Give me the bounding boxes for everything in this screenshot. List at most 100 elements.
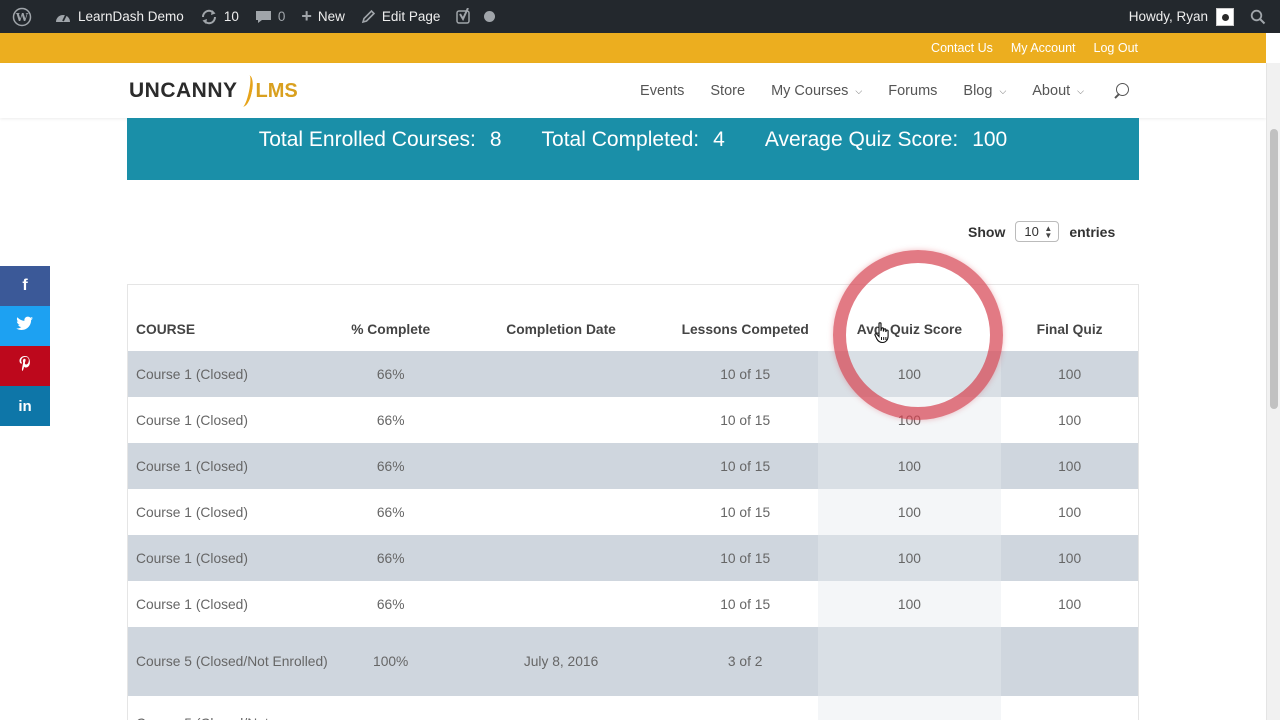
main-nav: Events Store My Courses ⌵ Forums Blog ⌵ Ab… <box>614 63 1130 118</box>
cell-course[interactable]: Course 1 (Closed) <box>128 351 333 397</box>
pencil-icon <box>361 9 376 24</box>
facebook-share-button[interactable]: f <box>0 266 50 306</box>
cell-date <box>449 581 673 627</box>
cell-course[interactable]: Course 5 (Closed/Not <box>128 696 333 720</box>
column-header-course[interactable]: COURSE <box>128 285 333 351</box>
nav-item-events[interactable]: Events <box>640 83 684 99</box>
nav-label: About <box>1032 82 1071 99</box>
nav-item-blog[interactable]: Blog ⌵ <box>963 83 1006 99</box>
site-name-button[interactable]: LearnDash Demo <box>46 0 192 33</box>
linkedin-icon: in <box>18 397 32 415</box>
cell-lessons <box>672 696 818 720</box>
cell-date <box>449 351 673 397</box>
nav-item-forums[interactable]: Forums <box>888 83 937 99</box>
comment-icon <box>255 9 272 25</box>
cell-avg-quiz: 100 <box>817 351 1002 397</box>
wordpress-icon: W <box>12 7 32 27</box>
cell-avg-quiz: 100 <box>817 581 1002 627</box>
yoast-icon <box>456 8 472 25</box>
cell-course[interactable]: Course 5 (Closed/Not Enrolled) <box>128 627 333 696</box>
site-name: LearnDash Demo <box>78 9 184 24</box>
cell-avg-quiz: 100 <box>817 443 1002 489</box>
cell-course[interactable]: Course 1 (Closed) <box>128 581 333 627</box>
cell-course[interactable]: Course 1 (Closed) <box>128 535 333 581</box>
cell-course[interactable]: Course 1 (Closed) <box>128 443 333 489</box>
my-account-link[interactable]: My Account <box>1011 41 1076 55</box>
select-arrows-icon: ▲ ▼ <box>1044 224 1053 240</box>
cell-final-quiz: 100 <box>1001 397 1138 443</box>
account-menu[interactable]: Howdy, Ryan <box>1121 0 1242 33</box>
nav-label: Forums <box>888 82 938 99</box>
cell-date <box>449 489 673 535</box>
nav-label: Blog <box>963 82 993 99</box>
cell-percent: 66% <box>332 351 450 397</box>
edit-page-label: Edit Page <box>381 9 441 24</box>
cell-avg-quiz <box>817 627 1002 696</box>
pinterest-share-button[interactable] <box>0 346 50 386</box>
edit-page-button[interactable]: Edit Page <box>353 0 449 33</box>
cell-date <box>449 535 673 581</box>
comments-count: 0 <box>277 9 286 24</box>
cell-course[interactable]: Course 1 (Closed) <box>128 397 333 443</box>
cell-avg-quiz <box>817 696 1002 720</box>
chevron-down-icon: ⌵ <box>1077 86 1084 96</box>
dashboard-icon <box>54 9 72 25</box>
stat-enrolled: Total Enrolled Courses: 8 <box>259 128 502 152</box>
nav-item-about[interactable]: About ⌵ <box>1032 83 1084 99</box>
column-header-lessons-completed[interactable]: Lessons Competed <box>672 285 818 351</box>
cell-avg-quiz: 100 <box>817 535 1002 581</box>
pinterest-icon <box>18 355 32 377</box>
entries-select[interactable]: 10 ▲ ▼ <box>1015 221 1060 242</box>
cell-date: July 8, 2016 <box>449 627 673 696</box>
logo-text-left: UNCANNY <box>129 79 238 102</box>
log-out-link[interactable]: Log Out <box>1094 41 1138 55</box>
uncanny-lms-logo[interactable]: UNCANNY LMS <box>129 71 298 111</box>
column-header-percent-complete[interactable]: % Complete <box>332 285 450 351</box>
table-row: Course 5 (Closed/Not <box>128 696 1138 720</box>
updates-button[interactable]: 10 <box>192 0 247 33</box>
cell-percent: 66% <box>332 397 450 443</box>
cell-percent: 100% <box>332 627 450 696</box>
cell-final-quiz: 100 <box>1001 351 1138 397</box>
contact-us-link[interactable]: Contact Us <box>931 41 993 55</box>
twitter-share-button[interactable] <box>0 306 50 346</box>
table-row: Course 1 (Closed) 66% 10 of 15 100 100 <box>128 581 1138 627</box>
wp-admin-bar: W LearnDash Demo 10 0 + New Edit Page Ho… <box>0 0 1280 33</box>
cell-final-quiz: 100 <box>1001 581 1138 627</box>
stat-completed: Total Completed: 4 <box>542 128 725 152</box>
search-icon[interactable] <box>1112 82 1130 100</box>
table-row: Course 1 (Closed) 66% 10 of 15 100 100 <box>128 351 1138 397</box>
yoast-seo-button[interactable] <box>448 0 503 33</box>
facebook-icon: f <box>22 277 28 294</box>
chevron-down-icon: ⌵ <box>855 86 863 96</box>
cell-course[interactable]: Course 1 (Closed) <box>128 489 333 535</box>
wordpress-logo-button[interactable]: W <box>0 0 46 33</box>
new-content-button[interactable]: + New <box>293 0 353 33</box>
comments-button[interactable]: 0 <box>247 0 294 33</box>
cell-percent: 66% <box>332 535 450 581</box>
linkedin-share-button[interactable]: in <box>0 386 50 426</box>
cell-lessons: 3 of 2 <box>672 627 818 696</box>
seo-status-dot-icon <box>484 11 496 22</box>
cell-lessons: 10 of 15 <box>672 489 818 535</box>
nav-item-my-courses[interactable]: My Courses ⌵ <box>771 83 862 99</box>
cell-percent <box>332 696 450 720</box>
search-icon <box>1250 9 1266 25</box>
column-header-avg-quiz-score[interactable]: Avg. Quiz Score <box>817 285 1002 351</box>
cell-final-quiz: 100 <box>1001 443 1138 489</box>
new-label: New <box>317 9 345 24</box>
scrollbar-thumb[interactable] <box>1270 129 1278 409</box>
cell-avg-quiz: 100 <box>817 397 1002 443</box>
column-header-completion-date[interactable]: Completion Date <box>449 285 673 351</box>
column-header-final-quiz[interactable]: Final Quiz <box>1001 285 1138 351</box>
table-row: Course 1 (Closed) 66% 10 of 15 100 100 <box>128 443 1138 489</box>
page-scrollbar[interactable] <box>1266 63 1280 720</box>
nav-item-store[interactable]: Store <box>710 83 745 99</box>
cell-lessons: 10 of 15 <box>672 535 818 581</box>
course-progress-table: COURSE % Complete Completion Date Lesson… <box>128 285 1138 720</box>
admin-search-button[interactable] <box>1242 0 1280 33</box>
cell-date <box>449 696 673 720</box>
cell-percent: 66% <box>332 581 450 627</box>
cell-lessons: 10 of 15 <box>672 397 818 443</box>
course-table-wrapper: COURSE % Complete Completion Date Lesson… <box>127 284 1139 720</box>
